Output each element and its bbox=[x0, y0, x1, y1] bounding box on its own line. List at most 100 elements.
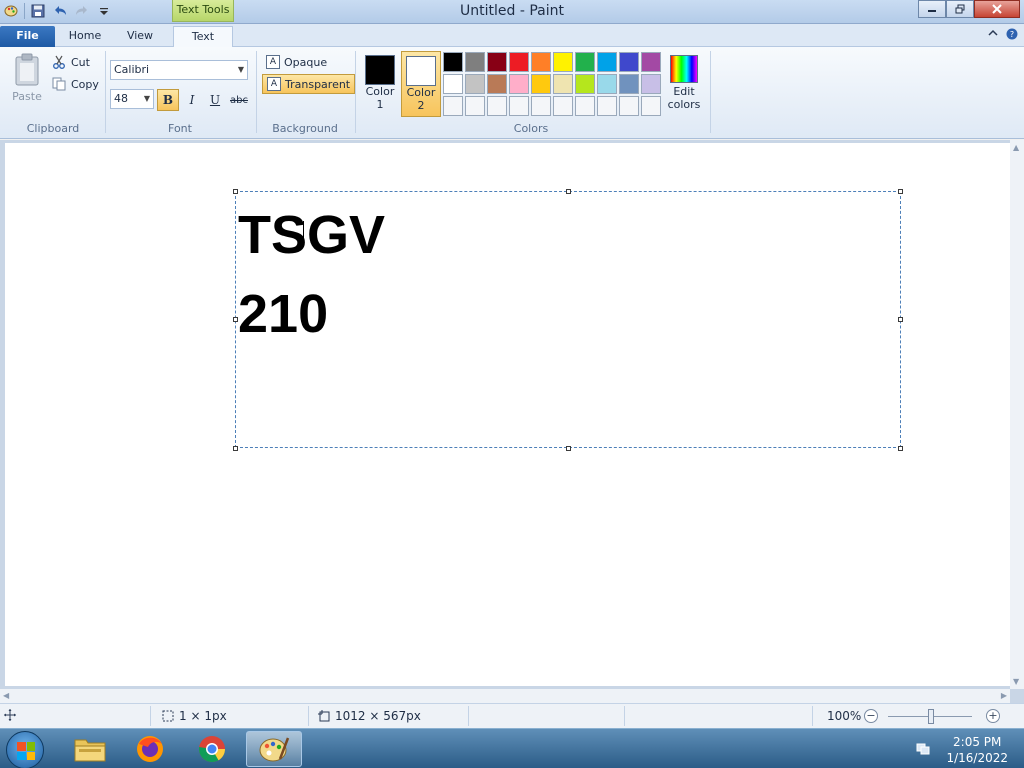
horizontal-scrollbar[interactable]: ◀ ▶ bbox=[0, 689, 1010, 703]
palette-color-swatch[interactable] bbox=[465, 52, 485, 72]
redo-icon[interactable] bbox=[73, 2, 91, 20]
paint-app-icon[interactable] bbox=[2, 2, 20, 20]
zoom-in-button[interactable]: + bbox=[986, 709, 1000, 723]
undo-icon[interactable] bbox=[51, 2, 69, 20]
scroll-up-icon[interactable]: ▲ bbox=[1013, 143, 1019, 152]
resize-handle[interactable] bbox=[898, 317, 903, 322]
tab-home[interactable]: Home bbox=[60, 26, 110, 47]
minimize-button[interactable] bbox=[918, 0, 946, 18]
palette-color-swatch[interactable] bbox=[487, 96, 507, 116]
clock-date: 1/16/2022 bbox=[946, 751, 1008, 765]
color-1-label: Color bbox=[365, 85, 395, 98]
restore-button[interactable] bbox=[946, 0, 974, 18]
palette-color-swatch[interactable] bbox=[575, 52, 595, 72]
close-button[interactable] bbox=[974, 0, 1020, 18]
opaque-button[interactable]: A Opaque bbox=[262, 52, 331, 72]
palette-color-swatch[interactable] bbox=[531, 52, 551, 72]
palette-color-swatch[interactable] bbox=[597, 96, 617, 116]
palette-color-swatch[interactable] bbox=[553, 52, 573, 72]
start-button[interactable] bbox=[6, 731, 44, 768]
palette-color-swatch[interactable] bbox=[575, 96, 595, 116]
color-1-button[interactable]: Color 1 bbox=[360, 53, 400, 115]
palette-color-swatch[interactable] bbox=[487, 74, 507, 94]
scroll-down-icon[interactable]: ▼ bbox=[1013, 677, 1019, 686]
palette-color-swatch[interactable] bbox=[641, 52, 661, 72]
palette-color-swatch[interactable] bbox=[443, 74, 463, 94]
clock-time: 2:05 PM bbox=[953, 735, 1002, 749]
palette-color-swatch[interactable] bbox=[487, 52, 507, 72]
zoom-out-button[interactable]: − bbox=[864, 709, 878, 723]
palette-color-swatch[interactable] bbox=[641, 96, 661, 116]
palette-color-swatch[interactable] bbox=[597, 74, 617, 94]
edit-colors-label-line2: colors bbox=[667, 98, 701, 111]
palette-color-swatch[interactable] bbox=[509, 74, 529, 94]
tab-text[interactable]: Text bbox=[173, 26, 233, 48]
strikethrough-button[interactable]: abc bbox=[228, 89, 250, 111]
palette-color-swatch[interactable] bbox=[619, 52, 639, 72]
canvas-text-line-1[interactable]: TSGV bbox=[238, 208, 385, 262]
palette-color-swatch[interactable] bbox=[619, 74, 639, 94]
window-title: Untitled - Paint bbox=[460, 3, 564, 19]
cut-button[interactable]: Cut bbox=[52, 53, 90, 71]
transparent-icon: A bbox=[267, 77, 281, 91]
palette-color-swatch[interactable] bbox=[531, 96, 551, 116]
transparent-label: Transparent bbox=[285, 77, 351, 91]
tab-view[interactable]: View bbox=[114, 26, 166, 47]
resize-handle[interactable] bbox=[233, 446, 238, 451]
ribbon: Paste Cut Copy Clipboard Calibri ▼ 48 ▼ … bbox=[0, 47, 1024, 139]
palette-color-swatch[interactable] bbox=[553, 96, 573, 116]
help-icon[interactable]: ? bbox=[1006, 28, 1018, 43]
palette-color-swatch[interactable] bbox=[509, 52, 529, 72]
paint-taskbar-button[interactable] bbox=[246, 731, 302, 767]
bold-button[interactable]: B bbox=[157, 89, 179, 111]
palette-color-swatch[interactable] bbox=[465, 96, 485, 116]
customize-toolbar-icon[interactable] bbox=[95, 2, 113, 20]
transparent-button[interactable]: A Transparent bbox=[262, 74, 356, 94]
copy-button[interactable]: Copy bbox=[52, 75, 99, 93]
tab-file[interactable]: File bbox=[0, 26, 55, 47]
underline-button[interactable]: U bbox=[204, 89, 226, 111]
status-bar: 1 × 1px 1012 × 567px 100% − + bbox=[0, 703, 1024, 728]
save-icon[interactable] bbox=[29, 2, 47, 20]
resize-handle[interactable] bbox=[898, 446, 903, 451]
clipboard-icon bbox=[15, 53, 39, 86]
minimize-ribbon-icon[interactable] bbox=[988, 28, 998, 43]
palette-color-swatch[interactable] bbox=[465, 74, 485, 94]
scroll-left-icon[interactable]: ◀ bbox=[3, 691, 9, 700]
palette-color-swatch[interactable] bbox=[509, 96, 529, 116]
chrome-taskbar-button[interactable] bbox=[184, 731, 240, 767]
font-family-combo[interactable]: Calibri ▼ bbox=[110, 60, 248, 80]
paste-button[interactable]: Paste bbox=[8, 53, 46, 109]
canvas-text-line-2[interactable]: 210 bbox=[238, 287, 328, 341]
chevron-down-icon: ▼ bbox=[143, 94, 150, 103]
file-explorer-taskbar-button[interactable] bbox=[62, 731, 118, 767]
resize-handle[interactable] bbox=[566, 446, 571, 451]
vertical-scrollbar[interactable]: ▲ ▼ bbox=[1010, 140, 1024, 689]
color-2-button[interactable]: Color 2 bbox=[401, 51, 441, 117]
status-separator bbox=[468, 706, 469, 726]
palette-color-swatch[interactable] bbox=[597, 52, 617, 72]
palette-color-swatch[interactable] bbox=[553, 74, 573, 94]
edit-colors-button[interactable]: Edit colors bbox=[666, 53, 702, 111]
resize-handle[interactable] bbox=[233, 189, 238, 194]
firefox-taskbar-button[interactable] bbox=[122, 731, 178, 767]
opaque-label: Opaque bbox=[284, 55, 328, 69]
palette-color-swatch[interactable] bbox=[575, 74, 595, 94]
resize-handle[interactable] bbox=[566, 189, 571, 194]
network-icon[interactable] bbox=[916, 741, 930, 755]
scroll-right-icon[interactable]: ▶ bbox=[1001, 691, 1007, 700]
palette-color-swatch[interactable] bbox=[531, 74, 551, 94]
windows-logo-icon bbox=[17, 742, 35, 760]
italic-button[interactable]: I bbox=[181, 89, 203, 111]
taskbar-clock[interactable]: 2:05 PM 1/16/2022 bbox=[946, 734, 1008, 766]
scissors-icon bbox=[53, 55, 65, 69]
resize-handle[interactable] bbox=[898, 189, 903, 194]
palette-color-swatch[interactable] bbox=[443, 52, 463, 72]
palette-color-swatch[interactable] bbox=[443, 96, 463, 116]
palette-color-swatch[interactable] bbox=[619, 96, 639, 116]
palette-color-swatch[interactable] bbox=[641, 74, 661, 94]
font-size-combo[interactable]: 48 ▼ bbox=[110, 89, 154, 109]
canvas-size-icon bbox=[318, 710, 330, 722]
font-family-value: Calibri bbox=[114, 63, 150, 76]
zoom-slider-thumb[interactable] bbox=[928, 709, 934, 724]
